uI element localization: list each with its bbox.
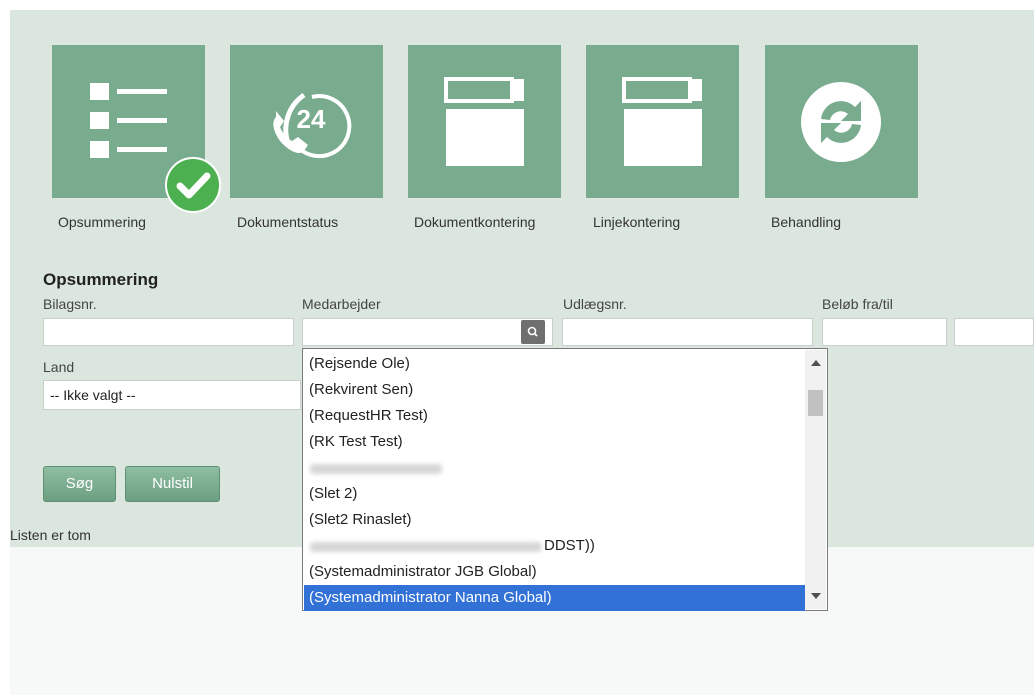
scroll-down-icon[interactable] — [811, 593, 821, 599]
dropdown-option-redacted[interactable] — [304, 455, 805, 481]
refresh-icon — [801, 82, 881, 162]
land-select[interactable]: -- Ikke valgt -- — [43, 380, 301, 410]
step-label: Dokumentkontering — [414, 214, 536, 230]
dropdown-option[interactable]: (RequestHR Test) — [304, 403, 805, 429]
step-label: Behandling — [771, 214, 842, 230]
step-linjekontering[interactable] — [586, 45, 739, 198]
land-label: Land — [43, 359, 75, 375]
beloeb-til-input[interactable] — [954, 318, 1034, 346]
dropdown-option[interactable]: (Slet2 Rinaslet) — [304, 507, 805, 533]
step-label: Dokumentstatus — [237, 214, 339, 230]
scroll-up-icon[interactable] — [811, 360, 821, 366]
phone-24-icon: 24 — [273, 92, 352, 159]
dropdown-scrollbar[interactable] — [805, 350, 826, 609]
bilagsnr-input[interactable] — [43, 318, 294, 346]
empty-list-message: Listen er tom — [10, 527, 91, 543]
option-text-tail: DDST)) — [544, 537, 595, 554]
medarbejder-search-button[interactable] — [521, 320, 545, 344]
udlaegsnr-label: Udlægsnr. — [563, 296, 627, 312]
medarbejder-dropdown[interactable]: (Rejsende Ole) (Rekvirent Sen) (RequestH… — [302, 348, 828, 611]
check-icon — [165, 157, 221, 213]
beloeb-label: Beløb fra/til — [822, 296, 893, 312]
medarbejder-input[interactable] — [302, 318, 553, 346]
search-button[interactable]: Søg — [43, 466, 116, 502]
scroll-thumb[interactable] — [808, 390, 823, 416]
dropdown-option[interactable]: (Systemadministrator JGB Global) — [304, 559, 805, 585]
reset-button[interactable]: Nulstil — [125, 466, 220, 502]
section-title: Opsummering — [43, 270, 159, 289]
dropdown-option-partially-redacted[interactable]: DDST)) — [304, 533, 805, 559]
step-dokumentstatus[interactable]: 24 — [230, 45, 383, 198]
dropdown-option[interactable]: (Slet 2) — [304, 481, 805, 507]
udlaegsnr-input[interactable] — [562, 318, 813, 346]
dropdown-option-selected[interactable]: (Systemadministrator Nanna Global) — [304, 585, 805, 611]
medarbejder-label: Medarbejder — [302, 296, 381, 312]
step-dokumentkontering[interactable] — [408, 45, 561, 198]
beloeb-fra-input[interactable] — [822, 318, 947, 346]
dropdown-option[interactable]: (Rejsende Ole) — [304, 351, 805, 377]
bilagsnr-label: Bilagsnr. — [43, 296, 97, 312]
window-icon — [444, 77, 524, 166]
step-label: Linjekontering — [593, 214, 681, 230]
dropdown-option[interactable]: (RK Test Test) — [304, 429, 805, 455]
redacted-text — [310, 464, 442, 474]
step-behandling[interactable] — [765, 45, 918, 198]
svg-text:24: 24 — [297, 104, 326, 134]
redacted-text — [310, 542, 542, 552]
search-icon — [527, 326, 538, 337]
window-icon — [622, 77, 702, 166]
step-label: Opsummering — [58, 214, 146, 230]
dropdown-option[interactable]: (Rekvirent Sen) — [304, 377, 805, 403]
